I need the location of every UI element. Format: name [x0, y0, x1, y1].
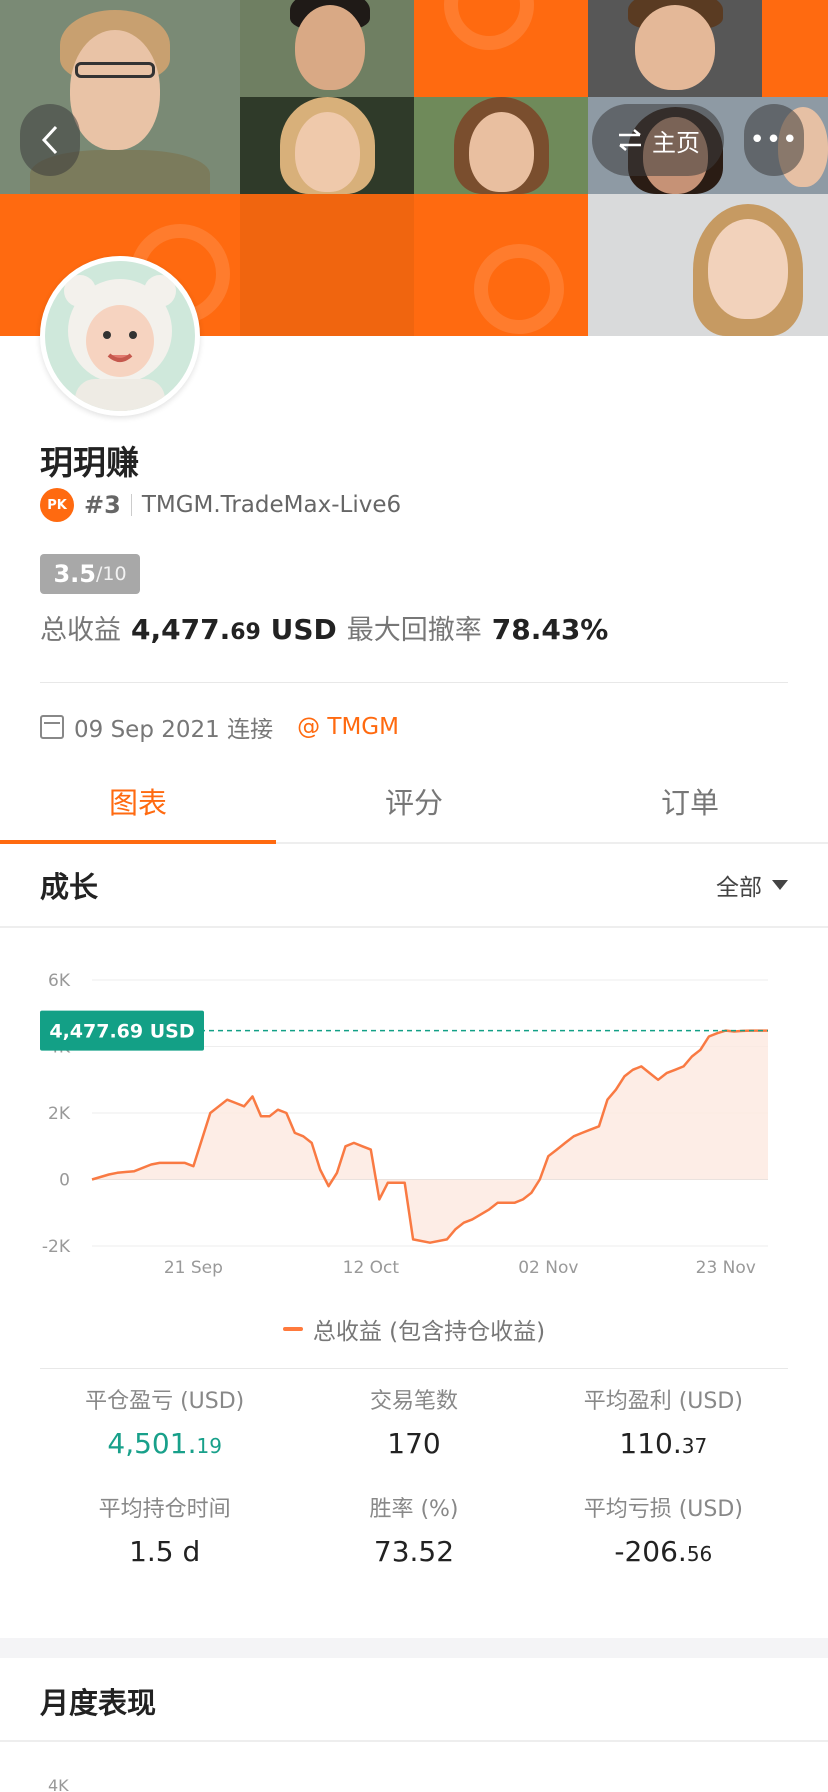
monthly-axis-tick: 4K [48, 1776, 69, 1792]
divider [40, 682, 788, 683]
connect-row: 09 Sep 2021 连接 @ TMGM [40, 710, 399, 744]
stat-item: 平均盈利 (USD) 110.37 [539, 1384, 788, 1468]
period-filter-dropdown[interactable]: 全部 [716, 868, 788, 902]
banner-photo [588, 0, 762, 97]
max-drawdown-label: 最大回撤率 [346, 615, 482, 646]
banner-photo [414, 97, 588, 194]
swap-icon [619, 129, 641, 151]
rank-row: PK #3 TMGM.TradeMax-Live6 [40, 487, 401, 523]
banner-photo [240, 97, 414, 194]
profit-summary: 总收益 4,477.69 USD 最大回撤率 78.43% [40, 608, 608, 647]
calendar-icon [40, 715, 64, 739]
x-tick-label: 21 Sep [164, 1258, 223, 1278]
home-button[interactable]: 主页 [592, 104, 724, 176]
stat-label: 平均盈利 (USD) [583, 1389, 743, 1414]
stat-label: 胜率 (%) [369, 1497, 459, 1522]
tab-rating[interactable]: 评分 [276, 760, 552, 842]
score-badge: 3.5/10 [40, 554, 140, 594]
connect-date: 09 Sep 2021 连接 [74, 717, 274, 743]
divider [40, 1368, 788, 1369]
stat-label: 平均持仓时间 [98, 1497, 231, 1522]
current-value-label: 4,477.69 USD [49, 1021, 194, 1043]
tab-bar: 图表 评分 订单 [0, 760, 828, 844]
y-tick-label: 0 [59, 1171, 70, 1191]
back-button[interactable] [20, 104, 80, 176]
growth-section-header: 成长 全部 [0, 844, 828, 928]
stats-grid: 平仓盈亏 (USD) 4,501.19 交易笔数 170 平均盈利 (USD) 110.3… [40, 1384, 788, 1576]
banner-pattern-tile [240, 194, 414, 336]
profile-name: 玥玥赚 [40, 443, 139, 482]
monthly-title: 月度表现 [40, 1686, 157, 1720]
stat-item: 平均亏损 (USD) -206.56 [539, 1492, 788, 1576]
series-area [92, 1030, 768, 1243]
y-tick-label: 2K [48, 1104, 71, 1124]
chart-legend: 总收益 (包含持仓收益) [0, 1312, 828, 1346]
tab-orders[interactable]: 订单 [552, 760, 828, 842]
stat-value: 1.5 d [129, 1535, 201, 1568]
pk-flame-icon: PK [40, 488, 74, 522]
banner-photo [240, 0, 414, 97]
y-tick-label: 6K [48, 971, 71, 991]
rank-label: #3 [84, 491, 121, 519]
growth-chart: 6K4K2K0-2K21 Sep12 Oct02 Nov23 Nov4,477.… [40, 971, 768, 1278]
divider [0, 1740, 828, 1742]
stat-value: 170 [387, 1427, 441, 1460]
x-tick-label: 12 Oct [343, 1258, 400, 1278]
banner-pattern-tile [762, 0, 828, 97]
home-button-label: 主页 [652, 128, 700, 157]
stat-label: 平均亏损 (USD) [583, 1497, 743, 1522]
stat-value: 73.52 [373, 1535, 455, 1568]
broker-link[interactable]: @ TMGM [297, 714, 399, 740]
stat-item: 交易笔数 170 [289, 1384, 538, 1468]
section-gap [0, 1638, 828, 1658]
banner-pattern-tile [414, 194, 588, 336]
account-server: TMGM.TradeMax-Live6 [141, 492, 402, 518]
stat-value: 110.37 [619, 1427, 708, 1460]
legend-swatch [282, 1327, 303, 1331]
stat-value: 4,501.19 [107, 1427, 222, 1460]
stat-label: 交易笔数 [369, 1389, 458, 1414]
period-filter-label: 全部 [716, 875, 762, 901]
divider [130, 494, 132, 516]
avatar [40, 256, 200, 416]
total-profit-value: 4,477.69 USD [131, 613, 337, 646]
stat-value: -206.56 [614, 1535, 713, 1568]
caret-down-icon [772, 880, 788, 890]
banner-pattern-tile [414, 0, 588, 97]
section-title: 成长 [40, 870, 99, 904]
x-tick-label: 02 Nov [518, 1258, 578, 1278]
banner-photo [588, 194, 828, 336]
score-max: /10 [95, 563, 127, 585]
stat-item: 平仓盈亏 (USD) 4,501.19 [40, 1384, 289, 1468]
score-value: 3.5 [53, 560, 96, 588]
legend-label: 总收益 (包含持仓收益) [312, 1319, 546, 1345]
tab-chart[interactable]: 图表 [0, 760, 276, 844]
more-icon: ••• [749, 125, 799, 155]
stat-item: 胜率 (%) 73.52 [289, 1492, 538, 1576]
total-profit-label: 总收益 [40, 615, 121, 646]
more-button[interactable]: ••• [744, 104, 804, 176]
x-tick-label: 23 Nov [696, 1258, 756, 1278]
stat-item: 平均持仓时间 1.5 d [40, 1492, 289, 1576]
max-drawdown-value: 78.43% [491, 613, 609, 646]
stat-label: 平仓盈亏 (USD) [85, 1389, 245, 1414]
y-tick-label: -2K [42, 1237, 71, 1257]
chevron-left-icon [41, 125, 58, 155]
